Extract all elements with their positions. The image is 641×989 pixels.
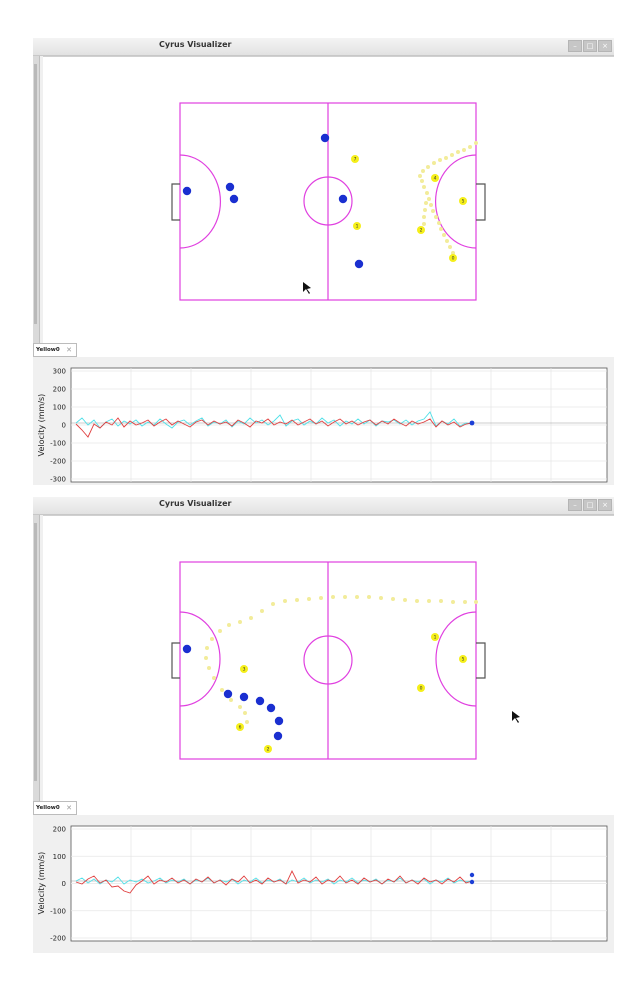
- maximize-button[interactable]: □: [583, 499, 597, 511]
- tab-label: Yellow0: [36, 347, 60, 353]
- velocity-plot-panel-2: [33, 815, 614, 953]
- minimize-button[interactable]: –: [568, 499, 582, 511]
- visualizer-window-1: Cyrus Visualizer – □ ×: [33, 38, 614, 344]
- velocity-plot-panel-1: [33, 357, 614, 485]
- close-button[interactable]: ×: [598, 499, 612, 511]
- minimize-button[interactable]: –: [568, 40, 582, 52]
- window-title: Cyrus Visualizer: [159, 40, 232, 49]
- title-bar[interactable]: Cyrus Visualizer – □ ×: [33, 497, 614, 515]
- tab-yellow0[interactable]: Yellow0 ✕: [33, 343, 77, 357]
- tab-close-icon[interactable]: ✕: [66, 802, 72, 814]
- left-scrollbar[interactable]: [33, 515, 40, 801]
- left-scrollbar[interactable]: [33, 56, 40, 343]
- tab-close-icon[interactable]: ✕: [66, 344, 72, 356]
- field-canvas: [43, 56, 614, 344]
- close-button[interactable]: ×: [598, 40, 612, 52]
- tab-yellow0[interactable]: Yellow0 ✕: [33, 801, 77, 815]
- window-title: Cyrus Visualizer: [159, 499, 232, 508]
- field-canvas: [43, 515, 614, 802]
- title-bar[interactable]: Cyrus Visualizer – □ ×: [33, 38, 614, 56]
- maximize-button[interactable]: □: [583, 40, 597, 52]
- visualizer-window-2: Cyrus Visualizer – □ ×: [33, 497, 614, 802]
- tab-label: Yellow0: [36, 805, 60, 811]
